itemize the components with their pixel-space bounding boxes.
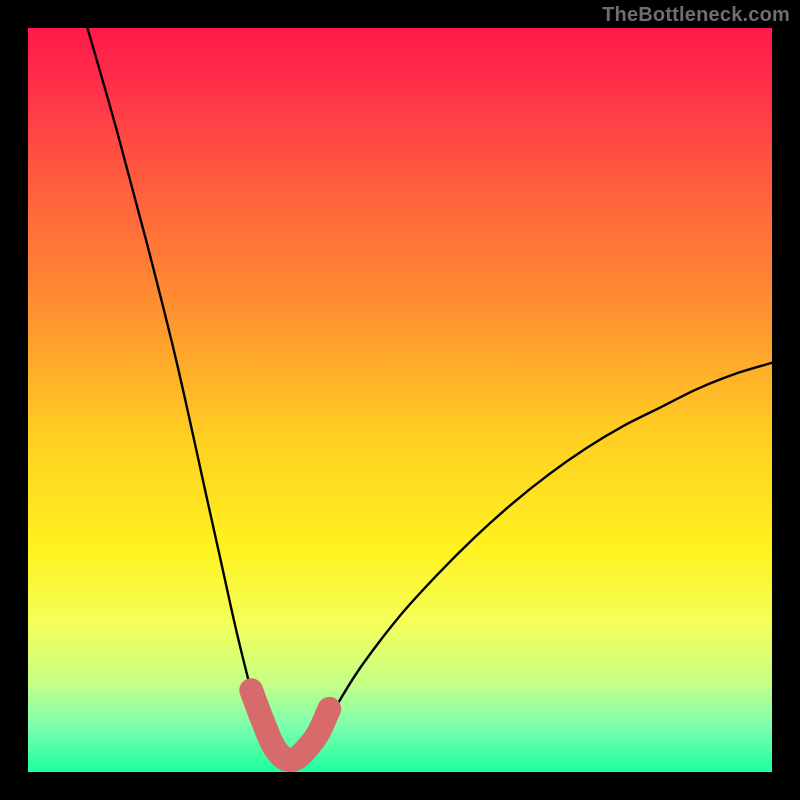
chart-stage: TheBottleneck.com (0, 0, 800, 800)
watermark-text: TheBottleneck.com (602, 4, 790, 27)
gradient-backdrop (28, 28, 772, 772)
sweet-spot-marker (318, 698, 340, 720)
sweet-spot-marker (251, 709, 273, 731)
bottleneck-chart (28, 28, 772, 772)
sweet-spot-marker (240, 679, 262, 701)
plot-frame (28, 28, 772, 772)
sweet-spot-marker (307, 722, 329, 744)
